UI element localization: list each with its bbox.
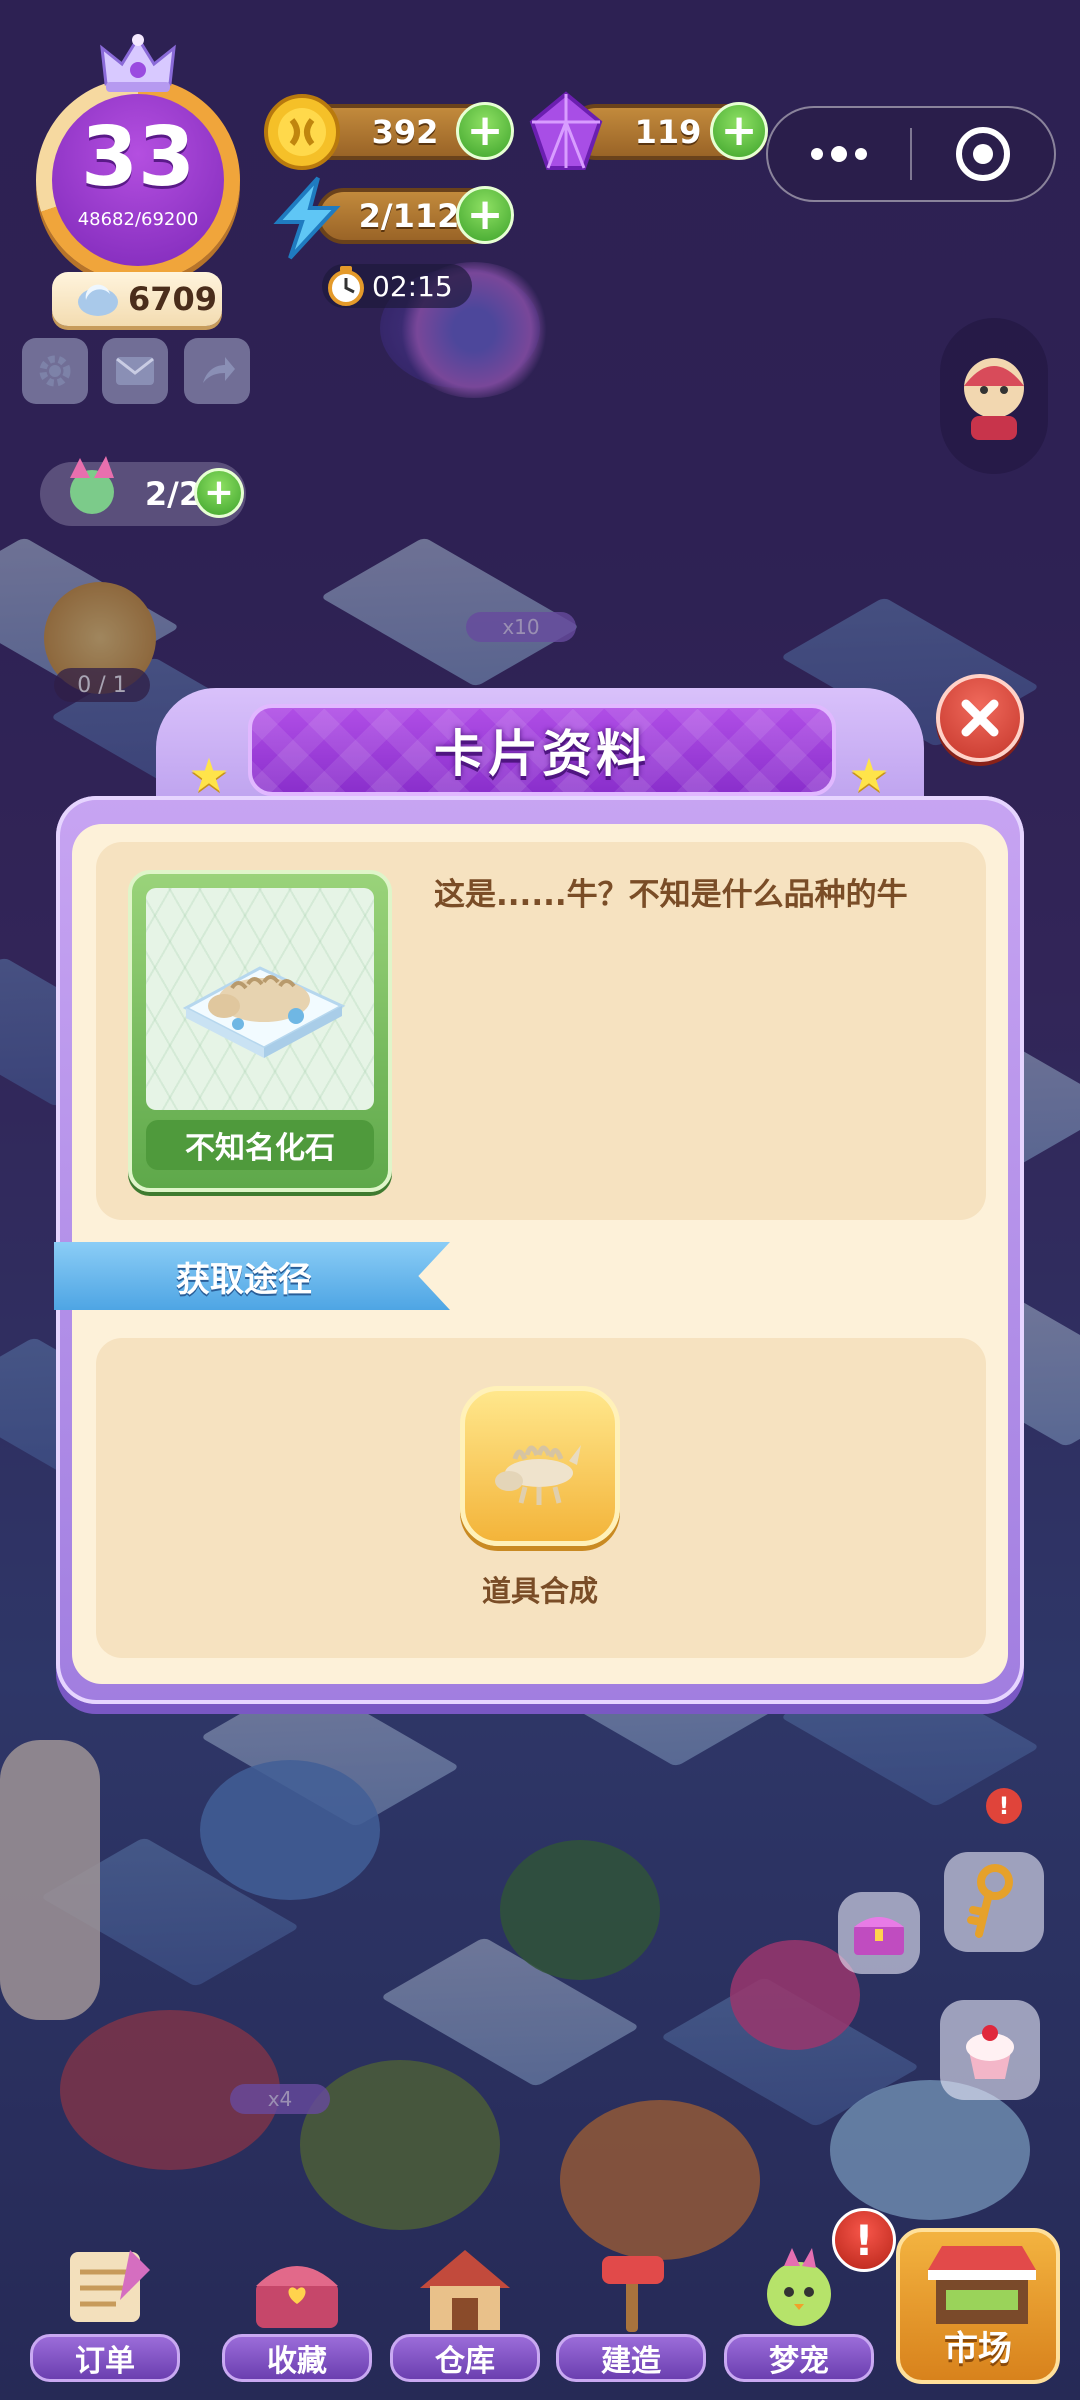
- level-xp: 48682/69200: [77, 208, 199, 230]
- nav-warehouse[interactable]: 仓库: [390, 2242, 540, 2382]
- miniprogram-capsule: [766, 106, 1056, 202]
- pets-alert-badge: !: [832, 2208, 896, 2272]
- lightning-icon: [273, 176, 341, 260]
- quest-progress[interactable]: 2/2 +: [40, 456, 246, 526]
- level-inner: 33 48682/69200: [52, 94, 224, 266]
- cupcake-icon: [966, 2025, 1014, 2079]
- event-avatar-button[interactable]: [940, 318, 1048, 474]
- add-energy-button[interactable]: +: [456, 186, 514, 244]
- barn-icon: [420, 2250, 510, 2330]
- nav-orders-label: 订单: [30, 2334, 180, 2382]
- fairy-icon: [70, 456, 114, 514]
- bone-icon: [495, 1445, 581, 1505]
- energy-timer: 02:15: [322, 264, 472, 308]
- nav-collection-label: 收藏: [222, 2334, 372, 2382]
- nav-orders[interactable]: 订单: [30, 2242, 180, 2382]
- dialog-title: 卡片资料: [434, 725, 650, 783]
- share-icon: [203, 357, 235, 383]
- moon-gem-value: 6709: [128, 280, 218, 318]
- nav-pets-label: 梦宠: [724, 2334, 874, 2382]
- card-image: [146, 888, 374, 1110]
- card-description: 这是......牛？不知是什么品种的牛: [434, 877, 908, 913]
- key-button[interactable]: [944, 1852, 1044, 1952]
- add-coins-button[interactable]: +: [456, 102, 514, 160]
- key-alert-badge: !: [986, 1788, 1022, 1824]
- key-icon: [967, 1864, 1013, 1938]
- more-icon: [811, 146, 867, 162]
- quest-progress-value: 2/2: [144, 475, 202, 513]
- card-name: 不知名化石: [146, 1120, 374, 1170]
- timer-value: 02:15: [372, 269, 453, 303]
- moon-gem-counter[interactable]: 6709: [52, 272, 222, 326]
- crown-icon: [100, 34, 176, 92]
- cupcake-button[interactable]: [940, 2000, 1040, 2100]
- more-button[interactable]: [768, 106, 910, 202]
- fossil-icon: [182, 966, 346, 1058]
- mail-button[interactable]: [102, 338, 168, 404]
- nav-build-label: 建造: [556, 2334, 706, 2382]
- star-icon: ★: [188, 748, 230, 802]
- source-label: 道具合成: [481, 1574, 598, 1608]
- gear-icon: [39, 355, 71, 387]
- scroll-icon: [70, 2250, 150, 2322]
- level-badge[interactable]: 33 48682/69200: [36, 78, 240, 282]
- source-heading-ribbon: 获取途径: [54, 1242, 450, 1310]
- dialog-title-plate: 卡片资料: [248, 704, 836, 796]
- source-heading: 获取途径: [176, 1259, 312, 1300]
- treasure-chest-button[interactable]: [838, 1892, 920, 1974]
- star-icon: ★: [848, 748, 890, 802]
- clock-icon: [328, 266, 364, 306]
- item-merge-source-button[interactable]: [460, 1386, 620, 1546]
- quest-add-button[interactable]: +: [194, 468, 244, 518]
- treasure-icon: [256, 2266, 338, 2328]
- mail-icon: [116, 357, 154, 385]
- nav-market-label: 市场: [944, 2329, 1012, 2369]
- nav-market[interactable]: 市场: [896, 2228, 1060, 2384]
- settings-button[interactable]: [22, 338, 88, 404]
- nav-collection[interactable]: 收藏: [222, 2242, 372, 2382]
- target-icon: [955, 127, 1010, 181]
- share-button[interactable]: [184, 338, 250, 404]
- moon-gem-icon: [78, 284, 118, 316]
- level-number: 33: [80, 109, 196, 205]
- chest-icon: [854, 1917, 904, 1955]
- add-diamonds-button[interactable]: +: [710, 102, 768, 160]
- close-icon: [961, 699, 999, 737]
- shop-icon: [928, 2246, 1036, 2324]
- event-character-icon: [964, 358, 1024, 440]
- nav-build[interactable]: 建造: [556, 2242, 706, 2382]
- diamond-icon: [529, 91, 603, 170]
- nav-warehouse-label: 仓库: [390, 2334, 540, 2382]
- coin-icon: [264, 94, 340, 170]
- close-button[interactable]: [936, 674, 1024, 762]
- fossil-card[interactable]: 不知名化石: [128, 870, 392, 1192]
- exit-button[interactable]: [912, 106, 1054, 202]
- hammer-icon: [602, 2256, 664, 2332]
